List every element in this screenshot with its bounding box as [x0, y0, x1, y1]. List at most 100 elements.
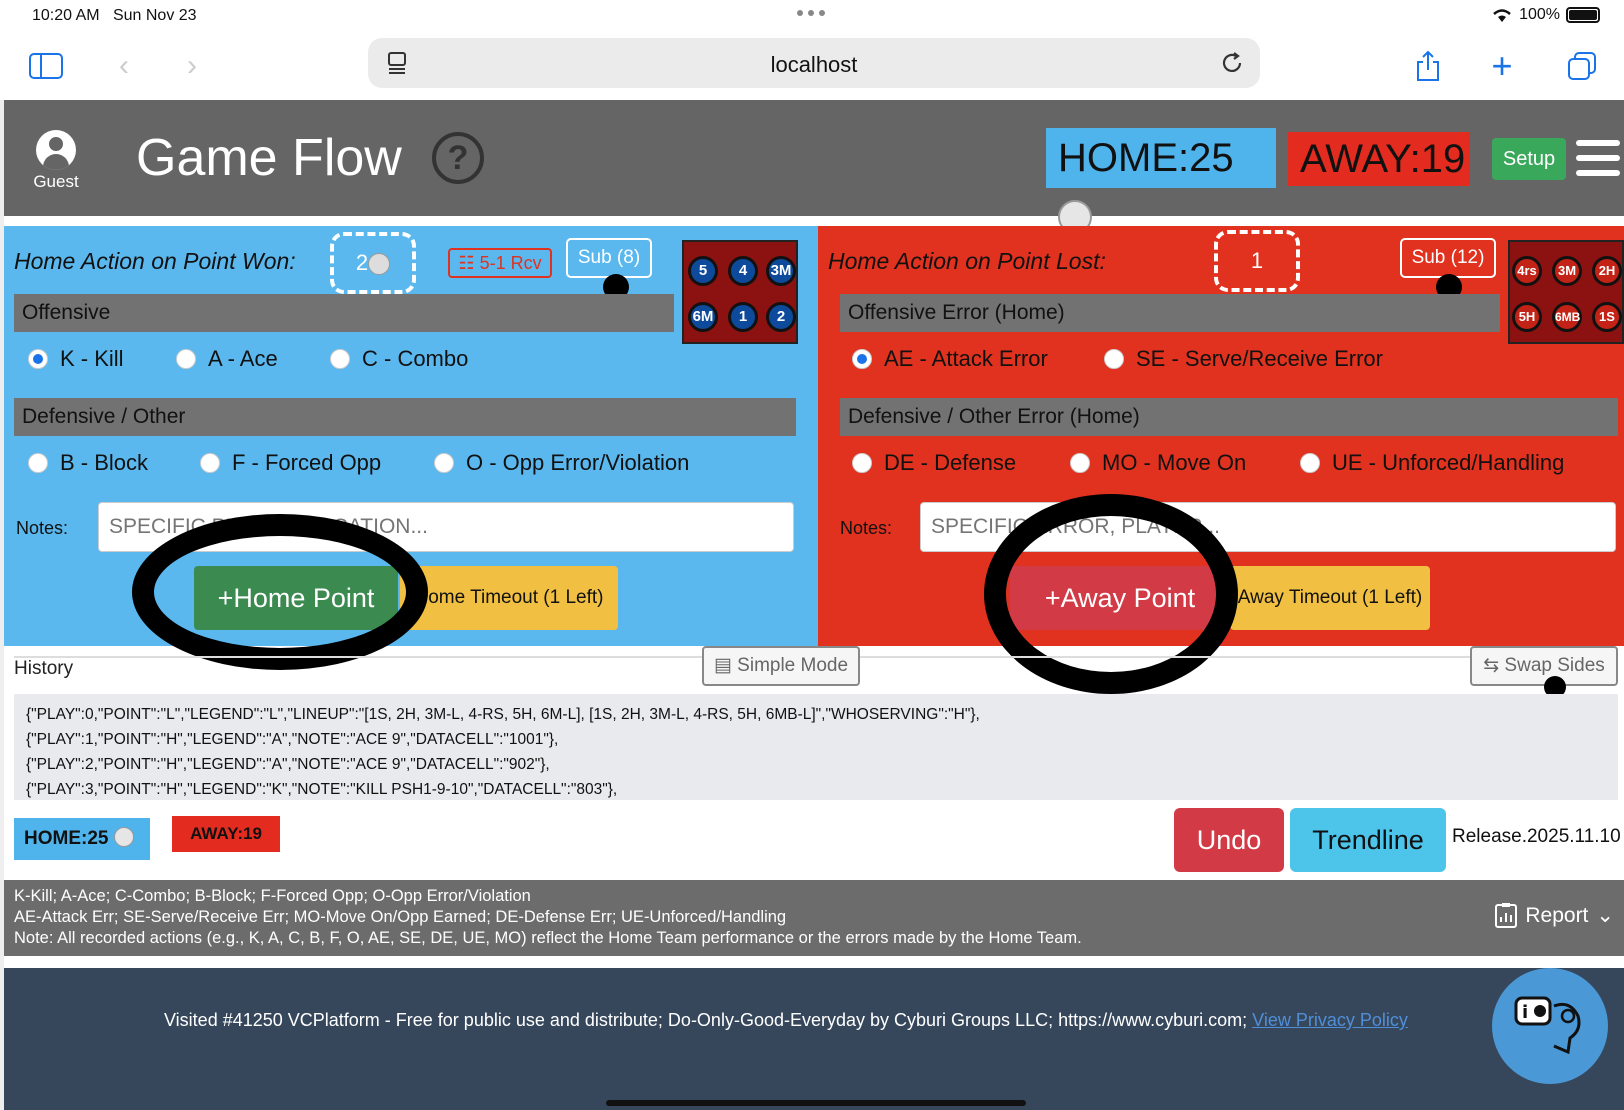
legend-line: AE-Attack Err; SE-Serve/Receive Err; MO-… — [14, 908, 787, 926]
forward-icon[interactable]: › — [172, 46, 212, 86]
history-log: {"PLAY":0,"POINT":"L","LEGEND":"L","LINE… — [14, 694, 1618, 800]
radio-button[interactable] — [330, 349, 350, 369]
radio-move-on[interactable]: MO - Move On — [1070, 450, 1300, 476]
home-rotation-button[interactable]: 2 — [330, 232, 416, 294]
browser-toolbar: ‹ › localhost + — [0, 34, 1624, 100]
radio-forced-opp[interactable]: F - Forced Opp — [200, 450, 434, 476]
radio-button[interactable] — [1104, 349, 1124, 369]
radio-ace[interactable]: A - Ace — [176, 346, 330, 372]
page-title: Game Flow — [136, 129, 402, 187]
radio-button[interactable] — [434, 453, 454, 473]
court-player[interactable]: 1S — [1592, 302, 1622, 332]
radio-button[interactable] — [200, 453, 220, 473]
trendline-button[interactable]: Trendline — [1290, 808, 1446, 872]
radio-button[interactable] — [852, 349, 872, 369]
away-score-badge: AWAY:19 — [1288, 132, 1470, 186]
history-line: {"PLAY":2,"POINT":"H","LEGEND":"A","NOTE… — [26, 756, 550, 773]
away-rotation-button[interactable]: 1 — [1214, 230, 1300, 292]
court-player[interactable]: 5H — [1512, 302, 1542, 332]
radio-combo[interactable]: C - Combo — [330, 346, 468, 372]
home-timeout-button[interactable]: Home Timeout (1 Left) — [400, 566, 618, 630]
report-icon — [1495, 903, 1518, 928]
home-court: 5 4 3M 6M 1 2 — [682, 240, 798, 344]
court-player[interactable]: 6MB — [1552, 302, 1582, 332]
multitask-dots[interactable] — [797, 10, 825, 16]
away-offensive-options: AE - Attack Error SE - Serve/Receive Err… — [852, 346, 1383, 372]
new-tab-icon[interactable]: + — [1482, 45, 1522, 86]
radio-button[interactable] — [28, 349, 48, 369]
battery-percent: 100% — [1519, 6, 1560, 23]
court-player[interactable]: 3M — [1552, 256, 1582, 286]
away-offensive-header: Offensive Error (Home) — [840, 294, 1500, 332]
radio-kill[interactable]: K - Kill — [28, 346, 176, 372]
guest-account[interactable]: Guest — [30, 130, 82, 192]
court-player[interactable]: 2 — [766, 302, 796, 332]
radio-button[interactable] — [28, 453, 48, 473]
help-icon[interactable]: ? — [432, 132, 484, 184]
history-line: {"PLAY":1,"POINT":"H","LEGEND":"A","NOTE… — [26, 731, 559, 748]
home-defensive-options: B - Block F - Forced Opp O - Opp Error/V… — [28, 450, 689, 476]
court-player[interactable]: 2H — [1592, 256, 1622, 286]
status-time: 10:20 AM Sun Nov 23 — [32, 7, 197, 24]
back-icon[interactable]: ‹ — [104, 46, 144, 86]
court-player[interactable]: 6M — [688, 302, 718, 332]
report-button[interactable]: Report ⌄ — [1495, 902, 1614, 928]
home-offensive-header: Offensive — [14, 294, 674, 332]
away-panel: Home Action on Point Lost: 1 Sub (12) 4r… — [818, 226, 1624, 694]
home-score-badge: HOME:25 — [1046, 128, 1276, 235]
chat-assistant-icon[interactable]: i — [1492, 968, 1608, 1084]
url-text: localhost — [770, 52, 858, 77]
home-offensive-options: K - Kill A - Ace C - Combo — [28, 346, 468, 372]
history-line: {"PLAY":3,"POINT":"H","LEGEND":"K","NOTE… — [26, 781, 618, 798]
legend: K-Kill; A-Ace; C-Combo; B-Block; F-Force… — [4, 880, 1624, 956]
court-player[interactable]: 5 — [688, 256, 718, 286]
undo-button[interactable]: Undo — [1174, 808, 1284, 872]
simple-mode-button[interactable]: ▤ Simple Mode — [702, 646, 860, 686]
tabs-icon[interactable] — [1562, 46, 1602, 86]
court-player[interactable]: 1 — [728, 302, 758, 332]
privacy-link[interactable]: View Privacy Policy — [1252, 1010, 1408, 1030]
setup-button[interactable]: Setup — [1492, 138, 1566, 180]
app-header: Guest Game Flow ? HOME:25 AWAY:19 Setup — [4, 100, 1624, 235]
battery-icon — [1566, 7, 1600, 23]
radio-button[interactable] — [1300, 453, 1320, 473]
court-player[interactable]: 4rs — [1512, 256, 1542, 286]
radio-defense[interactable]: DE - Defense — [852, 450, 1070, 476]
radio-block[interactable]: B - Block — [28, 450, 200, 476]
radio-opp-error[interactable]: O - Opp Error/Violation — [434, 450, 689, 476]
radio-attack-error[interactable]: AE - Attack Error — [852, 346, 1104, 372]
away-defensive-header: Defensive / Other Error (Home) — [840, 398, 1618, 436]
away-panel-title: Home Action on Point Lost: — [828, 248, 1106, 274]
radio-button[interactable] — [852, 453, 872, 473]
user-icon — [36, 130, 76, 170]
release-version: Release.2025.11.10 — [1452, 826, 1621, 847]
menu-icon[interactable] — [1576, 140, 1620, 176]
radio-button[interactable] — [176, 349, 196, 369]
annotation-circle — [132, 514, 428, 670]
share-icon[interactable] — [1408, 46, 1448, 86]
court-player[interactable]: 4 — [728, 256, 758, 286]
home-notes-label: Notes: — [16, 518, 69, 538]
radio-serve-error[interactable]: SE - Serve/Receive Error — [1104, 346, 1383, 372]
reload-icon[interactable] — [1220, 51, 1244, 75]
sidebar-icon[interactable] — [26, 46, 66, 86]
address-bar[interactable]: localhost — [368, 38, 1260, 88]
volleyball-icon — [368, 253, 391, 276]
swap-sides-button[interactable]: ⇆ Swap Sides — [1470, 646, 1618, 686]
annotation-circle — [984, 494, 1238, 694]
swap-icon: ⇆ — [1483, 655, 1500, 676]
wifi-icon — [1493, 9, 1511, 22]
away-court: 4rs 3M 2H 5H 6MB 1S — [1508, 240, 1624, 344]
footer: Visited #41250 VCPlatform - Free for pub… — [4, 968, 1624, 1110]
radio-unforced[interactable]: UE - Unforced/Handling — [1300, 450, 1564, 476]
away-notes-label: Notes: — [840, 518, 893, 538]
mini-away-score: AWAY:19 — [172, 816, 280, 852]
away-sub-button[interactable]: Sub (12) — [1400, 238, 1496, 278]
rcv-button[interactable]: ☷ 5-1 Rcv — [448, 248, 552, 278]
home-defensive-header: Defensive / Other — [14, 398, 796, 436]
home-sub-button[interactable]: Sub (8) — [566, 238, 652, 278]
history-line: {"PLAY":0,"POINT":"L","LEGEND":"L","LINE… — [26, 706, 980, 723]
court-player[interactable]: 3M — [766, 256, 796, 286]
radio-button[interactable] — [1070, 453, 1090, 473]
away-timeout-button[interactable]: Away Timeout (1 Left) — [1230, 566, 1430, 630]
